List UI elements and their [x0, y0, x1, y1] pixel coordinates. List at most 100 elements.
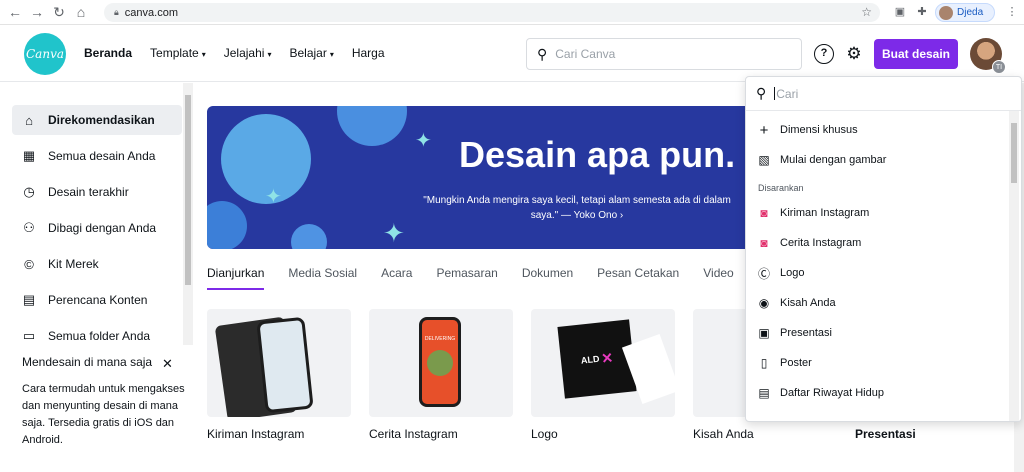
sidebar-item-shared[interactable]: ⚇ Dibagi dengan Anda: [12, 213, 182, 243]
option-label: Poster: [780, 357, 812, 369]
sidebar-item-all-designs[interactable]: ▦ Semua desain Anda: [12, 141, 182, 171]
help-icon[interactable]: ?: [814, 44, 834, 64]
grid-icon: ▦: [22, 148, 36, 163]
tab-print[interactable]: Pesan Cetakan: [597, 266, 679, 290]
option-label: Presentasi: [780, 327, 832, 339]
poster-icon: ▯: [760, 356, 768, 370]
search-placeholder: Cari Canva: [555, 47, 616, 61]
share-users-icon: ⚇: [23, 220, 35, 235]
template-card-logo[interactable]: ALD ✕ Logo: [531, 309, 675, 441]
bookmark-star-icon[interactable]: ☆: [861, 5, 872, 19]
scroll-thumb[interactable]: [185, 95, 191, 285]
x-mark: ✕: [600, 348, 614, 367]
quote-line: "Mungkin Anda mengira saya kecil, tetapi…: [423, 195, 731, 206]
star-decoration: ✦: [265, 186, 282, 208]
clock-icon: ◷: [23, 184, 35, 199]
create-design-dropdown: ⚲ Cari + Dimensi khusus ▧ Mulai dengan g…: [745, 76, 1022, 422]
chevron-down-icon: ▾: [329, 50, 334, 59]
tab-documents[interactable]: Dokumen: [522, 266, 573, 290]
start-with-image-option[interactable]: ▧ Mulai dengan gambar: [756, 148, 886, 172]
sidebar-item-folders[interactable]: ▭ Semua folder Anda: [12, 321, 182, 351]
nav-template-label: Template: [150, 46, 199, 60]
nav-explore[interactable]: Jelajahi ▾: [224, 46, 272, 60]
home-icon: ⌂: [25, 112, 33, 128]
promo-text: Cara termudah untuk mengakses dan menyun…: [22, 383, 185, 446]
instagram-icon: ◙: [760, 236, 768, 250]
instagram-icon: ◙: [760, 206, 768, 220]
puzzle-icon[interactable]: ✚: [914, 4, 930, 20]
home-browser-icon[interactable]: ⌂: [70, 4, 92, 20]
canva-logo[interactable]: Canva: [24, 33, 66, 75]
tab-social-media[interactable]: Media Sosial: [288, 266, 357, 290]
sidebar-item-content-planner[interactable]: ▤ Perencana Konten: [12, 285, 182, 315]
custom-size-option[interactable]: + Dimensi khusus: [756, 118, 858, 142]
star-decoration: ✦: [383, 218, 405, 248]
tab-recommended[interactable]: Dianjurkan: [207, 266, 265, 290]
menu-dots-icon[interactable]: ⋮: [1004, 4, 1020, 20]
calendar-icon: ▤: [22, 292, 36, 307]
card-label: Kiriman Instagram: [207, 427, 305, 441]
nav-template[interactable]: Template ▾: [150, 46, 206, 60]
nav-pricing[interactable]: Harga: [352, 46, 385, 60]
suggestion-instagram-story[interactable]: ◙ Cerita Instagram: [756, 231, 861, 255]
back-icon[interactable]: ←: [4, 4, 26, 20]
option-label: Dimensi khusus: [780, 124, 858, 136]
scroll-thumb[interactable]: [1011, 123, 1017, 183]
dropdown-scrollbar[interactable]: [1009, 111, 1019, 421]
suggestion-instagram-post[interactable]: ◙ Kiriman Instagram: [756, 201, 869, 225]
option-label: Mulai dengan gambar: [780, 154, 887, 166]
template-card-instagram-story[interactable]: DELIVERING Cerita Instagram: [369, 309, 513, 441]
suggestion-poster[interactable]: ▯ Poster: [756, 351, 812, 375]
nav-learn-label: Belajar: [289, 46, 327, 60]
sidebar-item-recent[interactable]: ◷ Desain terakhir: [12, 177, 182, 207]
nav-explore-label: Jelajahi: [223, 46, 265, 60]
chevron-down-icon: ▾: [267, 50, 272, 59]
suggestion-presentation[interactable]: ▣ Presentasi: [756, 321, 832, 345]
tab-events[interactable]: Acara: [381, 266, 412, 290]
plus-icon: +: [759, 121, 769, 139]
tab-marketing[interactable]: Pemasaran: [436, 266, 497, 290]
dropdown-search-input[interactable]: ⚲ Cari: [746, 77, 1021, 111]
template-card-instagram-post[interactable]: Kiriman Instagram: [207, 309, 351, 441]
profile-avatar: [939, 5, 953, 20]
category-tabs: Dianjurkan Media Sosial Acara Pemasaran …: [207, 266, 766, 290]
card-thumbnail: [207, 309, 351, 417]
team-badge: TI: [992, 60, 1006, 74]
nav-learn[interactable]: Belajar ▾: [289, 46, 333, 60]
option-label: Kisah Anda: [780, 297, 836, 309]
url-text: canva.com: [124, 6, 178, 19]
avatar[interactable]: TI: [970, 38, 1006, 74]
profile-name: Djeda: [957, 7, 984, 18]
banner-quote[interactable]: "Mungkin Anda mengira saya kecil, tetapi…: [407, 193, 747, 223]
reload-icon[interactable]: ↻: [48, 4, 70, 21]
star-decoration: ✦: [415, 130, 432, 152]
extension-icon[interactable]: ▣: [892, 4, 908, 20]
gear-icon[interactable]: ⚙: [844, 44, 864, 64]
dropdown-search-placeholder: Cari: [776, 86, 799, 101]
lock-icon: 🔒︎: [114, 7, 119, 17]
planet-decoration: [207, 201, 247, 249]
card-label: Presentasi: [855, 427, 916, 441]
tab-video[interactable]: Video: [703, 266, 733, 290]
suggestion-resume[interactable]: ▤ Daftar Riwayat Hidup: [756, 381, 884, 405]
suggestion-your-story[interactable]: ◉ Kisah Anda: [756, 291, 836, 315]
planet-decoration: [291, 224, 327, 249]
profile-chip[interactable]: Djeda: [935, 3, 995, 22]
create-design-button[interactable]: Buat desain: [874, 39, 958, 69]
search-icon: ⚲: [756, 85, 767, 101]
nav-home[interactable]: Beranda: [84, 46, 132, 60]
folder-icon: ▭: [22, 328, 36, 343]
sidebar-item-brand-kit[interactable]: © Kit Merek: [12, 249, 182, 279]
search-input[interactable]: ⚲ Cari Canva: [526, 38, 802, 70]
address-bar[interactable]: 🔒︎ canva.com ☆: [104, 3, 880, 22]
forward-icon[interactable]: →: [26, 4, 48, 20]
suggestion-logo[interactable]: Ⓒ Logo: [756, 261, 805, 285]
logo-text: Canva: [26, 47, 64, 61]
sidebar-item-recommended[interactable]: ⌂ Direkomendasikan: [12, 105, 182, 135]
banner-title: Desain apa pun.: [459, 134, 736, 175]
sidebar-scrollbar[interactable]: [183, 83, 193, 345]
sidebar-item-label: Direkomendasikan: [48, 113, 155, 127]
presentation-icon: ▣: [758, 326, 770, 340]
card-label: Kisah Anda: [693, 427, 754, 441]
close-icon[interactable]: ✕: [162, 356, 173, 372]
